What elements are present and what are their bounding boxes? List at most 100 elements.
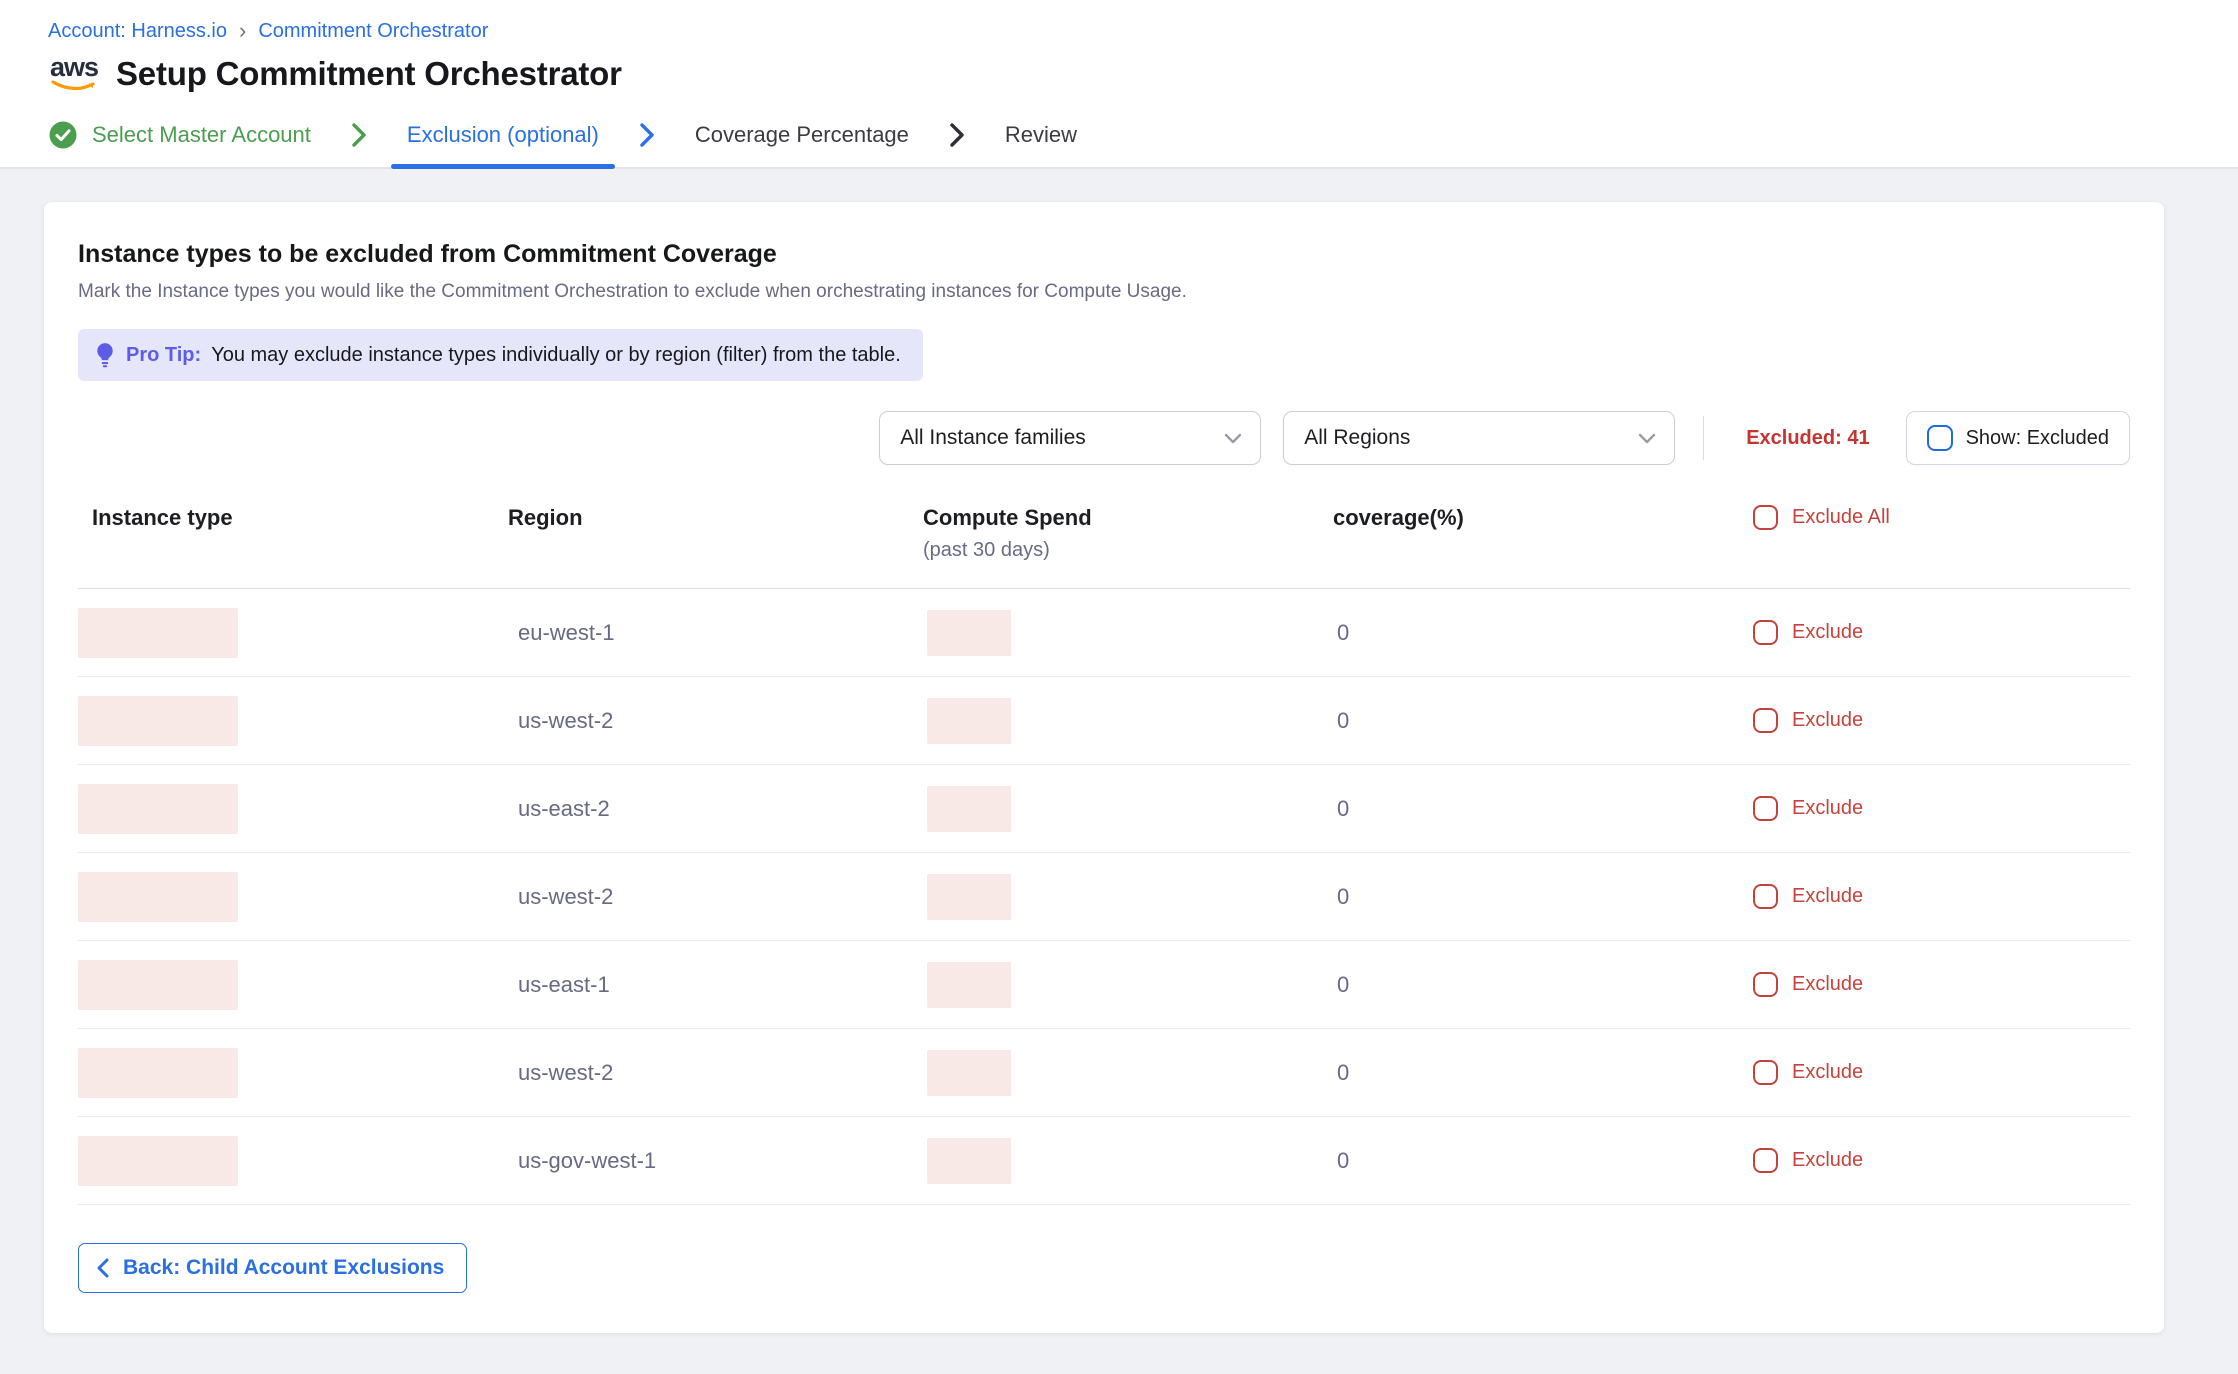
instance-type-redacted-block [78, 1136, 238, 1186]
exclude-label: Exclude [1792, 973, 1863, 996]
exclude-all-control[interactable]: Exclude All [1753, 505, 2130, 530]
chevron-down-icon [1638, 433, 1656, 444]
step-label: Exclusion (optional) [407, 122, 599, 148]
wizard-stepper: Select Master Account Exclusion (optiona… [48, 103, 2190, 167]
cell-compute-spend [923, 1138, 1333, 1184]
exclude-control[interactable]: Exclude [1753, 620, 2130, 645]
cell-instance-type [78, 872, 508, 922]
table-body: eu-west-1 0 Exclude [78, 589, 2130, 1205]
top-header: Account: Harness.io › Commitment Orchest… [0, 0, 2238, 169]
panel-heading: Instance types to be excluded from Commi… [78, 240, 2130, 269]
column-header-region: Region [508, 505, 923, 531]
exclude-all-checkbox[interactable] [1753, 505, 1778, 530]
cell-compute-spend [923, 698, 1333, 744]
compute-spend-title: Compute Spend [923, 505, 1092, 530]
filter-divider [1703, 416, 1704, 460]
exclude-checkbox[interactable] [1753, 620, 1778, 645]
compute-spend-redacted-block [927, 962, 1011, 1008]
pro-tip-banner: Pro Tip: You may exclude instance types … [78, 329, 923, 381]
pro-tip-text: You may exclude instance types individua… [211, 344, 901, 367]
cell-coverage: 0 [1333, 620, 1753, 646]
chevron-left-icon [95, 1257, 111, 1279]
breadcrumb-commitment-orchestrator-link[interactable]: Commitment Orchestrator [258, 20, 488, 43]
show-excluded-toggle[interactable]: Show: Excluded [1906, 411, 2130, 465]
cell-coverage: 0 [1333, 1060, 1753, 1086]
instance-type-redacted-block [78, 960, 238, 1010]
instance-type-redacted-block [78, 696, 238, 746]
exclude-control[interactable]: Exclude [1753, 796, 2130, 821]
table-row: eu-west-1 0 Exclude [78, 589, 2130, 677]
lightbulb-icon [94, 342, 116, 368]
exclude-control[interactable]: Exclude [1753, 708, 2130, 733]
step-review[interactable]: Review [989, 103, 1093, 167]
breadcrumb-account-link[interactable]: Account: Harness.io [48, 20, 227, 43]
table-row: us-west-2 0 Exclude [78, 677, 2130, 765]
exclusion-panel: Instance types to be excluded from Commi… [44, 202, 2164, 1333]
exclude-checkbox[interactable] [1753, 884, 1778, 909]
back-button-label: Back: Child Account Exclusions [123, 1256, 444, 1280]
cell-coverage: 0 [1333, 972, 1753, 998]
step-coverage-percentage[interactable]: Coverage Percentage [679, 103, 925, 167]
cell-compute-spend [923, 610, 1333, 656]
step-completed-check-icon [48, 120, 78, 150]
excluded-count-badge: Excluded: 41 [1746, 427, 1869, 450]
content-area: Instance types to be excluded from Commi… [0, 169, 2238, 1374]
title-row: aws Setup Commitment Orchestrator [48, 55, 2190, 93]
step-label: Coverage Percentage [695, 122, 909, 148]
column-header-instance-type: Instance type [78, 505, 508, 531]
cell-region: eu-west-1 [508, 620, 923, 646]
cell-instance-type [78, 784, 508, 834]
instance-type-redacted-block [78, 1048, 238, 1098]
exclude-label: Exclude [1792, 797, 1863, 820]
table-row: us-west-2 0 Exclude [78, 853, 2130, 941]
regions-dropdown[interactable]: All Regions [1283, 411, 1675, 465]
exclude-label: Exclude [1792, 621, 1863, 644]
instance-type-redacted-block [78, 784, 238, 834]
aws-logo-icon: aws [48, 55, 100, 93]
exclude-checkbox[interactable] [1753, 972, 1778, 997]
table-row: us-east-1 0 Exclude [78, 941, 2130, 1029]
cell-region: us-gov-west-1 [508, 1148, 923, 1174]
exclude-checkbox[interactable] [1753, 796, 1778, 821]
step-label: Review [1005, 122, 1077, 148]
step-select-master-account[interactable]: Select Master Account [48, 103, 327, 167]
cell-compute-spend [923, 786, 1333, 832]
cell-region: us-west-2 [508, 708, 923, 734]
exclude-all-label: Exclude All [1792, 506, 1890, 529]
cell-instance-type [78, 608, 508, 658]
cell-instance-type [78, 960, 508, 1010]
exclude-control[interactable]: Exclude [1753, 1148, 2130, 1173]
instance-type-redacted-block [78, 608, 238, 658]
step-label: Select Master Account [92, 122, 311, 148]
column-header-coverage: coverage(%) [1333, 505, 1753, 531]
aws-smile-icon [50, 79, 98, 93]
step-exclusion-optional[interactable]: Exclusion (optional) [391, 103, 615, 167]
cell-compute-spend [923, 1050, 1333, 1096]
show-excluded-checkbox[interactable] [1927, 425, 1953, 451]
breadcrumb-separator-icon: › [239, 20, 246, 42]
compute-spend-redacted-block [927, 610, 1011, 656]
exclude-control[interactable]: Exclude [1753, 884, 2130, 909]
cell-region: us-west-2 [508, 884, 923, 910]
exclude-control[interactable]: Exclude [1753, 1060, 2130, 1085]
page-title: Setup Commitment Orchestrator [116, 55, 622, 93]
chevron-down-icon [1224, 433, 1242, 444]
cell-region: us-east-2 [508, 796, 923, 822]
cell-compute-spend [923, 962, 1333, 1008]
exclude-checkbox[interactable] [1753, 1060, 1778, 1085]
back-child-account-exclusions-button[interactable]: Back: Child Account Exclusions [78, 1243, 467, 1293]
cell-instance-type [78, 696, 508, 746]
cell-coverage: 0 [1333, 884, 1753, 910]
exclude-checkbox[interactable] [1753, 1148, 1778, 1173]
cell-region: us-east-1 [508, 972, 923, 998]
cell-instance-type [78, 1136, 508, 1186]
cell-compute-spend [923, 874, 1333, 920]
instance-families-dropdown[interactable]: All Instance families [879, 411, 1261, 465]
step-chevron-icon [349, 121, 369, 149]
exclude-control[interactable]: Exclude [1753, 972, 2130, 997]
cell-coverage: 0 [1333, 1148, 1753, 1174]
breadcrumb: Account: Harness.io › Commitment Orchest… [48, 20, 2190, 43]
compute-spend-redacted-block [927, 874, 1011, 920]
exclude-checkbox[interactable] [1753, 708, 1778, 733]
table-row: us-gov-west-1 0 Exclude [78, 1117, 2130, 1205]
